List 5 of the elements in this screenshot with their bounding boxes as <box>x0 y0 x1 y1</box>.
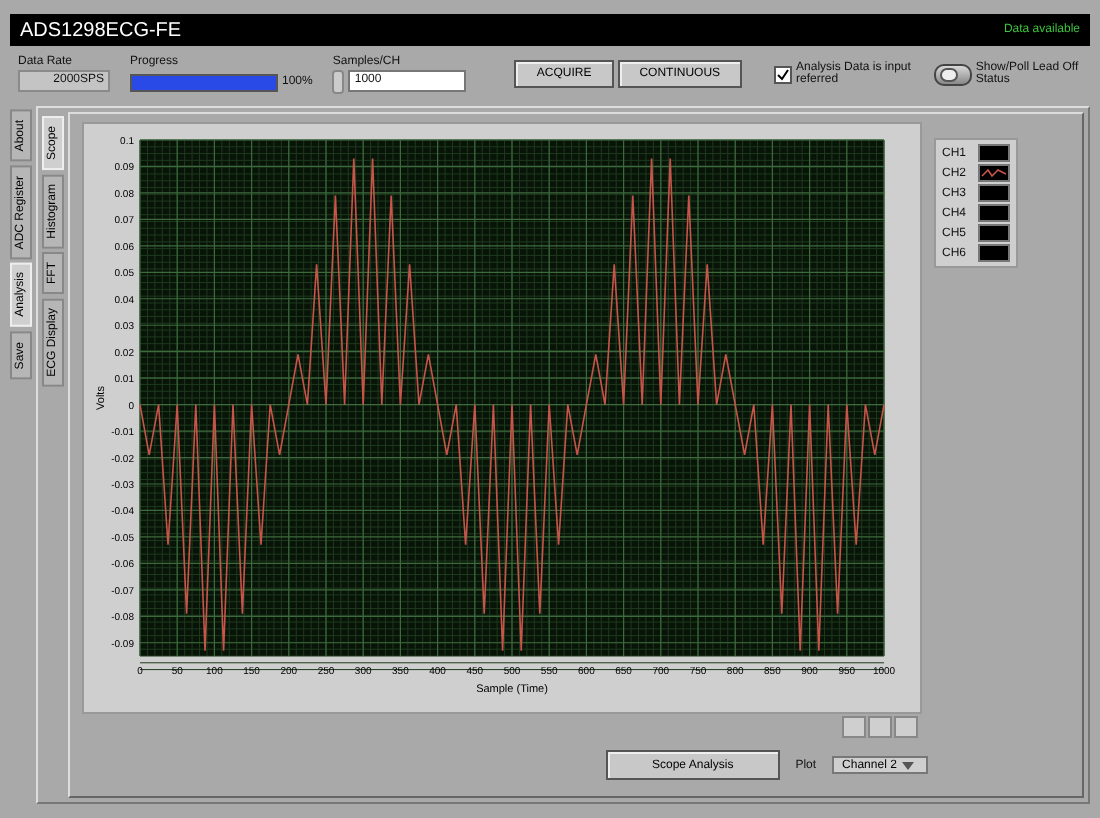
toggle-switch[interactable] <box>934 63 972 85</box>
checkbox[interactable] <box>774 65 793 83</box>
caret-icon <box>902 761 915 769</box>
spinner-icon[interactable] <box>332 69 345 93</box>
app-title: ADS1298ECG-FE <box>20 19 182 41</box>
